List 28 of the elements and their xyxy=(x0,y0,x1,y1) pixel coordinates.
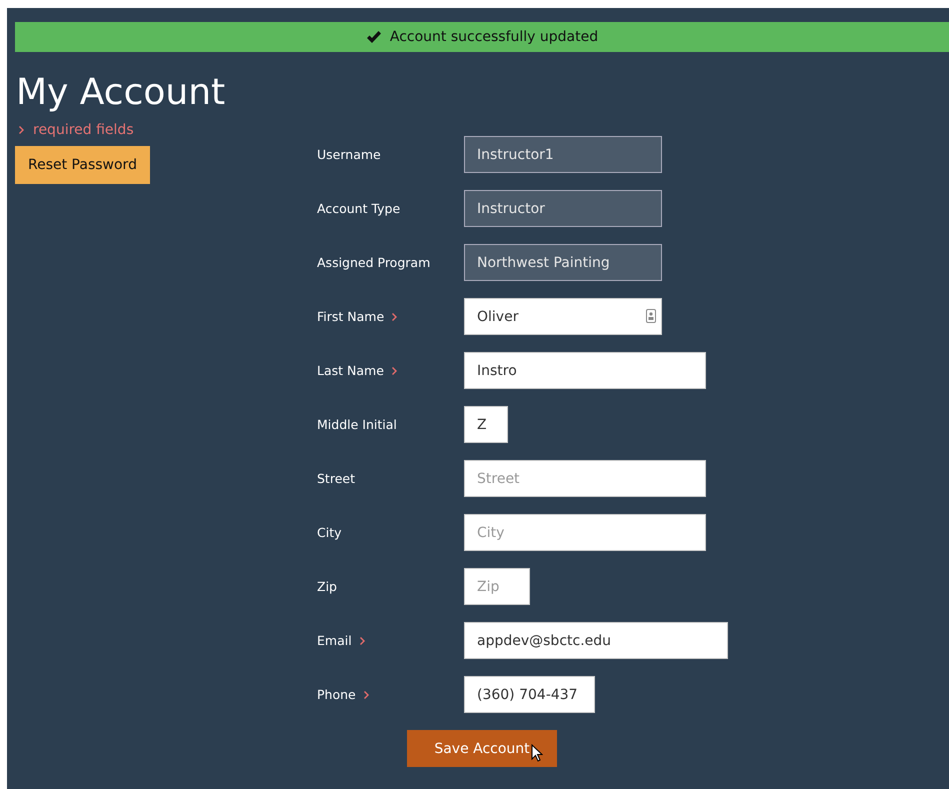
input-field[interactable]: Z xyxy=(464,406,508,443)
required-note: required fields xyxy=(33,122,134,138)
input-field[interactable]: appdev@sbctc.edu xyxy=(464,622,728,659)
mouse-pointer-icon xyxy=(531,744,543,762)
field-label: Phone xyxy=(317,687,356,702)
field-label: Last Name xyxy=(317,363,384,378)
field-label: Assigned Program xyxy=(317,255,430,270)
input-field[interactable]: (360) 704-437 xyxy=(464,676,595,713)
checkmark-icon xyxy=(366,30,382,44)
field-label: Account Type xyxy=(317,201,400,216)
field-label: Username xyxy=(317,147,381,162)
banner-message: Account successfully updated xyxy=(390,29,598,45)
field-label: Zip xyxy=(317,579,337,594)
reset-password-button[interactable]: Reset Password xyxy=(15,146,150,184)
input-field[interactable]: Instro xyxy=(464,352,706,389)
contact-card-icon[interactable] xyxy=(646,309,656,323)
field-label: First Name xyxy=(317,309,384,324)
input-field[interactable]: Oliver xyxy=(464,298,662,335)
input-field[interactable]: City xyxy=(464,514,706,551)
page-title: My Account xyxy=(16,71,226,115)
field-label: Email xyxy=(317,633,352,648)
field-label: Middle Initial xyxy=(317,417,397,432)
input-field[interactable]: Zip xyxy=(464,568,530,605)
save-account-button[interactable]: Save Account xyxy=(407,730,557,767)
field-label: Street xyxy=(317,471,355,486)
required-marker-icon xyxy=(19,126,25,134)
field-label: City xyxy=(317,525,342,540)
input-field[interactable]: Street xyxy=(464,460,706,497)
